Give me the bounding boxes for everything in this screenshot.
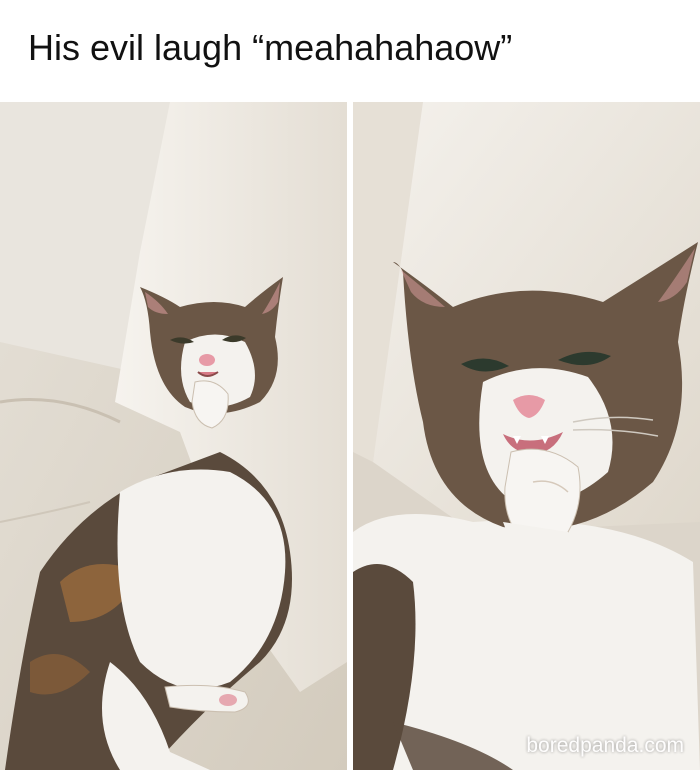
cat-close-up-illustration [353, 102, 700, 770]
photo-right: boredpanda.com [353, 102, 700, 770]
photo-left [0, 102, 347, 770]
cat-full-body-illustration [0, 102, 347, 770]
watermark-text: boredpanda.com [526, 734, 684, 757]
meme-caption: His evil laugh “meahahahaow” [28, 27, 513, 68]
